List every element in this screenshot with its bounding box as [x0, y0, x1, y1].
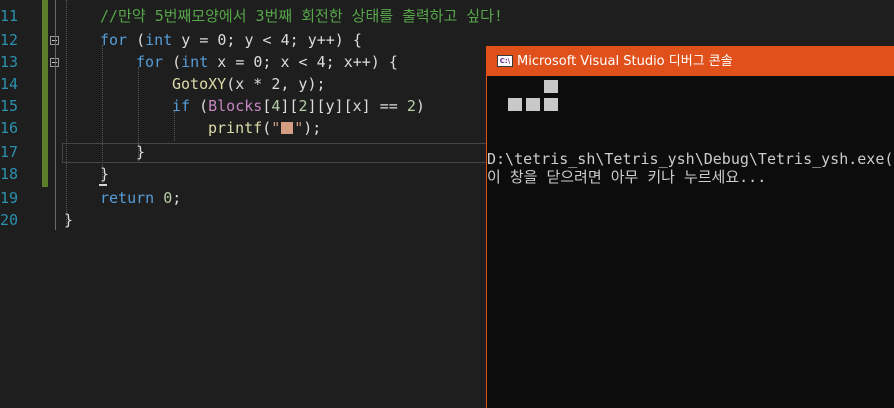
code-token: (x * 2, y); — [226, 75, 326, 93]
code-text: if (Blocks[4][2][y][x] == 2) — [172, 95, 425, 117]
code-token: ][ — [280, 97, 299, 115]
code-text: for (int x = 0; x < 4; x++) { — [136, 51, 398, 73]
line-number: 12 — [0, 31, 19, 49]
macro-name: Blocks — [208, 97, 263, 115]
code-token: ( — [262, 119, 272, 137]
code-token: ][y][x] == — [307, 97, 407, 115]
keyword: return — [100, 189, 155, 207]
line-number: 16 — [0, 119, 19, 137]
code-token: ); — [303, 119, 322, 137]
code-token: ( — [127, 31, 146, 49]
line-number: 14 — [0, 75, 19, 93]
line-number: 18 — [0, 165, 19, 183]
line-number: 15 — [0, 97, 19, 115]
tetris-cell — [544, 98, 558, 111]
keyword: for — [100, 31, 128, 49]
code-token: ) — [415, 97, 425, 115]
number-literal: 2 — [406, 97, 416, 115]
line-number: 20 — [0, 211, 19, 229]
function-name: GotoXY — [172, 75, 227, 93]
code-token: ; — [172, 189, 182, 207]
debug-console-window[interactable]: C:\ Microsoft Visual Studio 디버그 콘솔 D:\te… — [486, 46, 894, 408]
square-glyph-icon — [281, 122, 294, 134]
line-number: 19 — [0, 189, 19, 207]
console-app-icon: C:\ — [497, 55, 513, 67]
closing-brace: } — [136, 143, 146, 161]
number-literal: 0 — [163, 189, 173, 207]
code-line-11[interactable]: 11 //만약 5번째모양에서 3번째 회전한 상태를 출력하고 싶다! — [0, 5, 894, 27]
code-token: ( — [190, 97, 209, 115]
code-text: printf(" "); — [208, 117, 321, 139]
console-title: Microsoft Visual Studio 디버그 콘솔 — [517, 54, 733, 69]
line-number: 11 — [0, 7, 19, 25]
string-quote: " — [294, 119, 304, 137]
console-titlebar[interactable]: C:\ Microsoft Visual Studio 디버그 콘솔 — [487, 47, 894, 76]
code-token: x = 0; x < 4; x++) { — [208, 53, 398, 71]
console-output-line: 이 창을 닫으려면 아무 키나 누르세요... — [487, 168, 767, 186]
code-text: for (int y = 0; y < 4; y++) { — [100, 29, 362, 51]
closing-brace: } — [64, 211, 74, 229]
keyword: int — [145, 31, 173, 49]
tetris-cell — [544, 80, 558, 93]
code-token: [ — [262, 97, 272, 115]
text-caret — [99, 184, 107, 186]
keyword: if — [172, 97, 191, 115]
code-text: GotoXY(x * 2, y); — [172, 73, 326, 95]
line-number: 17 — [0, 143, 19, 161]
tetris-cell — [526, 98, 540, 111]
keyword: for — [136, 53, 164, 71]
code-token: y = 0; y < 4; y++) { — [172, 31, 362, 49]
tetris-cell — [508, 98, 522, 111]
string-quote: " — [271, 119, 281, 137]
closing-brace: } — [100, 165, 110, 183]
function-name: printf — [208, 119, 263, 137]
code-text: return 0; — [100, 187, 181, 209]
code-comment: //만약 5번째모양에서 3번째 회전한 상태를 출력하고 싶다! — [100, 7, 503, 25]
line-number: 13 — [0, 53, 19, 71]
keyword: int — [181, 53, 209, 71]
code-token: ( — [163, 53, 182, 71]
